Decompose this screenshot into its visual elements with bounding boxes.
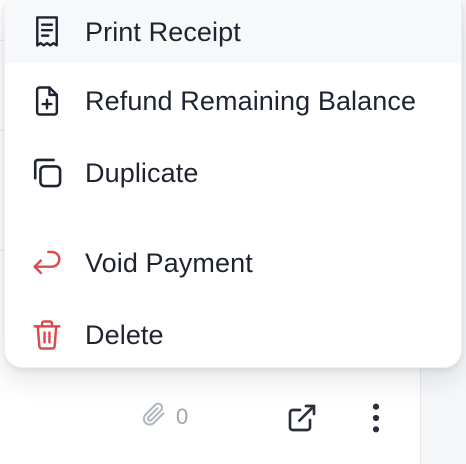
actions-dropdown-menu: Print Receipt Refund Remaining Balance D… bbox=[4, 0, 462, 368]
attachments-indicator[interactable]: 0 bbox=[140, 400, 188, 433]
menu-item-delete[interactable]: Delete bbox=[5, 303, 461, 367]
attachment-count: 0 bbox=[176, 403, 189, 429]
undo-arrow-icon bbox=[29, 245, 65, 281]
copy-icon bbox=[29, 155, 65, 191]
file-plus-icon bbox=[29, 83, 65, 119]
menu-item-label: Duplicate bbox=[85, 157, 199, 188]
more-actions-button[interactable] bbox=[358, 402, 394, 438]
open-external-button[interactable] bbox=[284, 402, 320, 438]
more-vertical-icon bbox=[371, 401, 381, 440]
menu-item-refund-remaining-balance[interactable]: Refund Remaining Balance bbox=[5, 69, 461, 133]
trash-icon bbox=[29, 317, 65, 353]
menu-item-duplicate[interactable]: Duplicate bbox=[5, 141, 461, 205]
screen: Print Receipt Refund Remaining Balance D… bbox=[0, 0, 466, 464]
paperclip-icon bbox=[140, 400, 168, 433]
menu-item-label: Void Payment bbox=[85, 247, 253, 278]
menu-item-label: Delete bbox=[85, 319, 164, 350]
menu-item-void-payment[interactable]: Void Payment bbox=[5, 231, 461, 295]
external-link-icon bbox=[286, 402, 318, 439]
menu-item-label: Print Receipt bbox=[85, 16, 241, 47]
menu-item-print-receipt[interactable]: Print Receipt bbox=[5, 0, 461, 63]
receipt-icon bbox=[29, 14, 65, 50]
menu-item-label: Refund Remaining Balance bbox=[85, 85, 417, 116]
